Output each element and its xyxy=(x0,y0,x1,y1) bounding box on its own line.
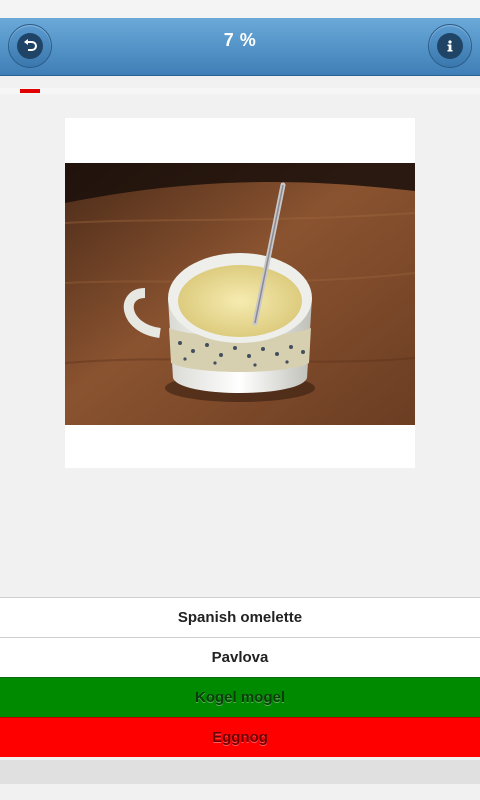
progress-percent: 7 % xyxy=(223,30,257,50)
status-strip xyxy=(0,0,480,18)
header-bar: 7 % xyxy=(0,18,480,76)
progress-bar-fill xyxy=(20,89,40,93)
answer-option-1[interactable]: Spanish omelette xyxy=(0,597,480,637)
info-button[interactable] xyxy=(428,24,472,68)
answer-list: Spanish omelette Pavlova Kogel mogel Egg… xyxy=(0,597,480,757)
quiz-photo-card xyxy=(65,118,415,468)
info-icon xyxy=(447,40,453,52)
answer-option-3-correct[interactable]: Kogel mogel xyxy=(0,677,480,717)
cup-of-eggnog-photo xyxy=(65,163,415,425)
bottom-margin xyxy=(0,784,480,800)
answer-option-4-wrong[interactable]: Eggnog xyxy=(0,717,480,757)
progress-bar xyxy=(0,88,480,94)
answer-option-2[interactable]: Pavlova xyxy=(0,637,480,677)
bottom-strip xyxy=(0,760,480,784)
